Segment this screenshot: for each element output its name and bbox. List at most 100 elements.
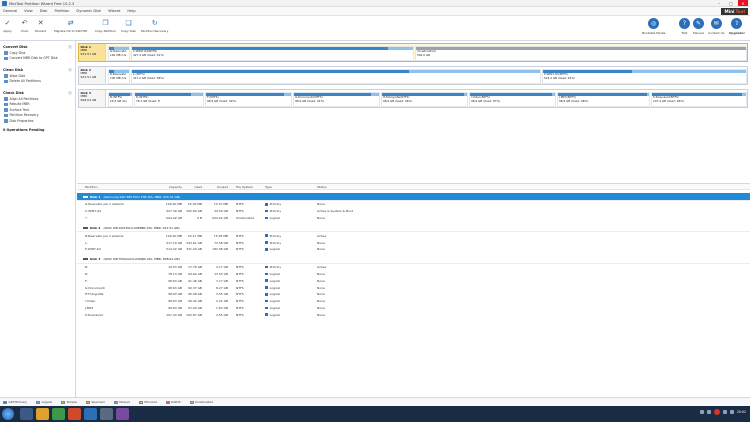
taskbar-app-icon[interactable] bbox=[36, 408, 49, 420]
partition-type-icon bbox=[265, 286, 268, 289]
table-row[interactable]: G:Documenti 98.63 GB 90.37 GB 8.27 GB NTFS Lo… bbox=[77, 284, 750, 291]
col-type[interactable]: Type bbox=[263, 185, 315, 189]
disk-3-map[interactable]: Disk 3 MBR 698.64 GB B:(NTFS) 19.5 GB (Us D… bbox=[78, 89, 748, 108]
taskbar-app-icon[interactable] bbox=[116, 408, 129, 420]
table-row[interactable]: J:MP3 98.63 GB 97.00 GB 1.63 GB NTFS Logical N… bbox=[77, 305, 750, 312]
disk-row-header[interactable]: Disk 1 (Samsung SSD 850 EVO 1TB ATA, MBR,… bbox=[77, 193, 750, 201]
table-row[interactable]: K:Download 107.43 GB 102.87 GB 4.55 GB NTFS L… bbox=[77, 311, 750, 318]
bootable-media-button[interactable]: ◎ Bootable Media bbox=[642, 18, 665, 35]
minimize-button[interactable]: – bbox=[714, 0, 724, 6]
minitool-logo: Mini Tool bbox=[721, 8, 748, 15]
legend-item: Spanned bbox=[85, 400, 105, 404]
title-bar: MiniTool Partition Wizard Free 10.2.3 – … bbox=[0, 0, 750, 7]
table-row[interactable]: I:Video 98.63 GB 96.42 GB 2.21 GB NTFS Logica… bbox=[77, 298, 750, 305]
notification-icon[interactable] bbox=[713, 409, 720, 415]
sidebar-item-delete-all[interactable]: Delete All Partitions bbox=[0, 79, 75, 85]
clock[interactable]: 20:02 bbox=[737, 410, 746, 414]
table-row[interactable]: R:Riservato per il sistema 100.00 MB 24.17… bbox=[77, 232, 750, 239]
migrate-os-button[interactable]: ⇄ Migrate OS to SSD/HD bbox=[54, 18, 87, 34]
close-button[interactable]: ✕ bbox=[738, 0, 748, 6]
usage-bar bbox=[109, 92, 132, 96]
partition-block[interactable]: K:Download(NTFS) 107.4 GB (Used: 96%) bbox=[651, 91, 747, 107]
undo-button[interactable]: ↶ Undo bbox=[20, 18, 29, 34]
faq-button[interactable]: ? FAQ bbox=[679, 18, 690, 35]
app-icon bbox=[2, 1, 7, 6]
copy-partition-button[interactable]: ❐ Copy Partition bbox=[95, 18, 116, 34]
col-capacity[interactable]: Capacity bbox=[145, 185, 182, 189]
network-icon[interactable] bbox=[722, 410, 727, 414]
window-controls: – ▢ ✕ bbox=[714, 0, 748, 6]
usage-bar bbox=[294, 92, 379, 96]
disk-2-map[interactable]: Disk 2 MBR 931.51 GB R:Riservato 100 MB (Us… bbox=[78, 66, 748, 85]
table-row[interactable]: H:Fotografie 98.63 GB 95.08 GB 3.55 GB NTFS L… bbox=[77, 291, 750, 298]
menu-general[interactable]: General bbox=[3, 9, 17, 13]
table-row[interactable]: F: 98.63 GB 91.46 GB 7.17 GB NTFS Logical None bbox=[77, 277, 750, 284]
menu-help[interactable]: Help bbox=[127, 9, 135, 13]
table-row[interactable]: L: 417.19 GB 343.61 GB 73.58 GB NTFS Primary N… bbox=[77, 239, 750, 246]
partition-block[interactable]: R:Riservato 100 MB (Us bbox=[108, 68, 130, 84]
disk-1-map[interactable]: Disk 1 MBR 931.51 GB G:Riservato 100 MB (Us… bbox=[78, 43, 748, 62]
table-row[interactable]: P:WIN7-64 514.22 GB 331.24 GB 182.98 GB NTFS… bbox=[77, 246, 750, 253]
partition-block[interactable]: I:Video(NTFS) 98.6 GB (Used: 97%) bbox=[469, 91, 556, 107]
col-used[interactable]: Used bbox=[182, 185, 202, 189]
menu-partition[interactable]: Partition bbox=[54, 9, 69, 13]
upgrade-button[interactable]: ⇧ Upgrade! bbox=[729, 18, 745, 35]
menu-view[interactable]: View bbox=[24, 9, 33, 13]
maximize-button[interactable]: ▢ bbox=[726, 0, 736, 6]
collapse-icon[interactable]: ˄ bbox=[68, 67, 72, 72]
taskbar-app-icon[interactable] bbox=[84, 408, 97, 420]
taskbar-app-icon[interactable] bbox=[68, 408, 81, 420]
taskbar-app-icon[interactable] bbox=[52, 408, 65, 420]
col-unused[interactable]: Unused bbox=[202, 185, 228, 189]
copy-disk-button[interactable]: ❏ Copy Disk bbox=[121, 18, 136, 34]
col-status[interactable]: Status bbox=[315, 185, 415, 189]
taskbar-app-icon[interactable] bbox=[20, 408, 33, 420]
partition-block[interactable]: C:WIN7-64(NTFS) 427.4 GB (Used: 91%) bbox=[131, 45, 414, 61]
sidebar-item-disk-properties[interactable]: Disk Properties bbox=[0, 118, 75, 124]
collapse-icon[interactable]: ˄ bbox=[68, 90, 72, 95]
section-clean-disk[interactable]: Clean Disk ˄ bbox=[0, 66, 75, 73]
taskbar-app-icon[interactable] bbox=[100, 408, 113, 420]
col-file-system[interactable]: File System bbox=[228, 185, 263, 189]
partition-type-icon bbox=[265, 203, 268, 206]
start-button[interactable] bbox=[2, 408, 14, 420]
usage-bar bbox=[416, 46, 746, 50]
menu-disk[interactable]: Disk bbox=[40, 9, 48, 13]
volume-icon[interactable] bbox=[729, 410, 734, 414]
table-row[interactable]: *: 504.02 GB 0 B 504.02 GB Unallocated Logica… bbox=[77, 215, 750, 222]
disk-map: Disk 1 MBR 931.51 GB G:Riservato 100 MB (Us… bbox=[77, 41, 750, 183]
collapse-icon[interactable]: ˄ bbox=[68, 44, 72, 49]
partition-block[interactable]: J:MP3(NTFS) 98.6 GB (Used: 98%) bbox=[557, 91, 650, 107]
partition-block[interactable]: H:Fotografie(NTFS) 98.6 GB (Used: 96%) bbox=[381, 91, 468, 107]
partition-type-icon bbox=[265, 248, 268, 251]
sidebar-item-convert-mbr-gpt[interactable]: Convert MBR Disk to GPT Disk bbox=[0, 56, 75, 62]
tray-icon[interactable] bbox=[699, 410, 704, 414]
menu-wizard[interactable]: Wizard bbox=[108, 9, 120, 13]
partition-recovery-button[interactable]: ↻ Partition Recovery bbox=[141, 18, 168, 34]
partition-block[interactable]: G:Riservato 100 MB (Us bbox=[108, 45, 130, 61]
partition-block[interactable]: G:Documenti(NTFS) 98.6 GB (Used: 91%) bbox=[293, 91, 380, 107]
table-row[interactable]: D: 78.13 GB 64.60 GB 13.53 GB NTFS Logical Non… bbox=[77, 271, 750, 278]
disk-2-info: Disk 2 MBR 931.51 GB bbox=[79, 67, 106, 84]
unallocated-block[interactable]: (Unallocated) 504.0 GB bbox=[415, 45, 747, 61]
contact-us-button[interactable]: ✉ Contact Us bbox=[708, 18, 724, 35]
section-convert-disk[interactable]: Convert Disk ˄ bbox=[0, 43, 75, 50]
partition-block[interactable]: D:(NTFS) 78.1 GB (Used: 8 bbox=[134, 91, 204, 107]
partition-block[interactable]: P:WIN7-64(NTFS) 514.2 GB (Used: 44%) bbox=[542, 68, 747, 84]
apply-button[interactable]: ✓ Apply bbox=[3, 18, 12, 34]
disk-row-header[interactable]: Disk 2 (WDC WD1001FALS-00E8B0 ATA, MBR, 9… bbox=[77, 224, 750, 233]
tray-icon[interactable] bbox=[706, 410, 711, 414]
section-check-disk[interactable]: Check Disk ˄ bbox=[0, 89, 75, 96]
col-partition[interactable]: Partition bbox=[77, 185, 145, 189]
pending-operations: 0 Operations Pending bbox=[3, 127, 45, 132]
table-row[interactable]: B: 19.53 GB 17.76 GB 2.17 GB NTFS Primary Acti… bbox=[77, 264, 750, 271]
table-row[interactable]: C:WIN7-64 427.39 GB 392.80 GB 34.59 GB NTFS P… bbox=[77, 208, 750, 215]
manual-button[interactable]: ✎ Manual bbox=[693, 18, 704, 35]
partition-block[interactable]: B:(NTFS) 19.5 GB (Us bbox=[108, 91, 133, 107]
menu-dynamic-disk[interactable]: Dynamic Disk bbox=[76, 9, 101, 13]
table-row[interactable]: G:Riservato per il sistema 100.00 MB 25.30… bbox=[77, 201, 750, 208]
partition-block[interactable]: L:(NTFS) 417.2 GB (Used: 68%) bbox=[131, 68, 541, 84]
discard-button[interactable]: ✕ Discard bbox=[35, 18, 46, 34]
disk-row-header[interactable]: Disk 3 (WDC WD7500AACS-00ZJB0 ATA, MBR, 6… bbox=[77, 256, 750, 264]
partition-block[interactable]: F:(NTFS) 98.6 GB (Used: 92%) bbox=[205, 91, 292, 107]
